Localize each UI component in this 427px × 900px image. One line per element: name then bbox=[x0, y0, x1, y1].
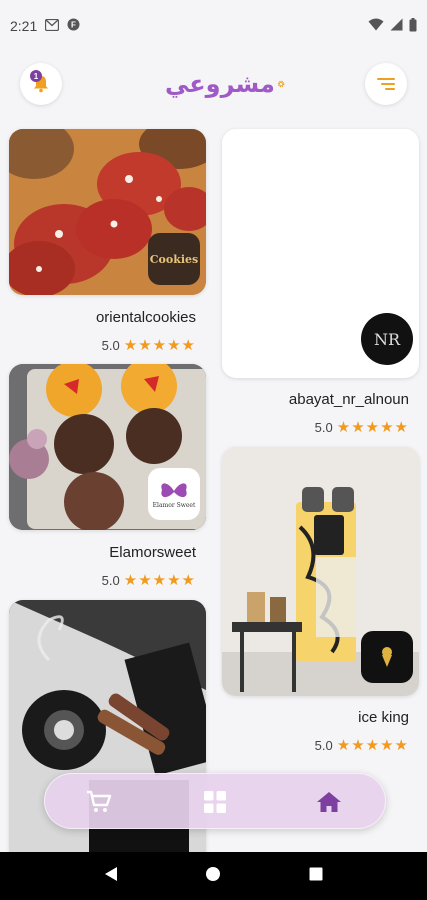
notification-badge: 1 bbox=[30, 70, 42, 82]
ice-cream-icon bbox=[382, 647, 392, 667]
store-name: Elamorsweet bbox=[109, 544, 196, 561]
home-icon bbox=[317, 792, 341, 812]
store-logo-text: Elamor Sweet bbox=[152, 501, 196, 509]
back-icon bbox=[104, 866, 117, 881]
notifications-button[interactable]: 1 bbox=[20, 63, 62, 105]
menu-button[interactable] bbox=[365, 63, 407, 105]
store-logo: Cookies bbox=[148, 233, 200, 285]
cart-icon bbox=[87, 790, 112, 812]
rating-value: 5.0 bbox=[101, 337, 120, 353]
store-card[interactable]: Elamor Sweet Elamorsweet 5.0 ★★★★★ bbox=[9, 364, 206, 589]
header: 1 مشروعي bbox=[0, 58, 427, 110]
store-logo-text: Cookies bbox=[149, 252, 199, 266]
store-rating: 5.0 ★★★★★ bbox=[102, 336, 196, 354]
store-rating: 5.0 ★★★★★ bbox=[102, 571, 196, 589]
back-button[interactable] bbox=[104, 866, 118, 887]
circle-icon bbox=[206, 866, 221, 881]
store-cover-image bbox=[222, 447, 419, 696]
battery-icon bbox=[409, 17, 417, 35]
menu-icon bbox=[377, 78, 395, 90]
store-cover-image: Elamor Sweet bbox=[9, 364, 206, 530]
recents-button[interactable] bbox=[309, 867, 323, 886]
grid-icon bbox=[204, 791, 226, 813]
store-rating: 5.0 ★★★★★ bbox=[315, 418, 409, 436]
status-time: 2:21 bbox=[10, 18, 38, 34]
store-logo: Elamor Sweet bbox=[148, 468, 200, 520]
app-logo: مشروعي bbox=[165, 66, 285, 102]
square-icon bbox=[309, 867, 323, 880]
wifi-icon bbox=[368, 18, 384, 34]
rating-value: 5.0 bbox=[101, 572, 120, 588]
store-cover-image: NR bbox=[222, 129, 419, 378]
store-card[interactable]: ice king 5.0 ★★★★★ bbox=[222, 447, 419, 755]
nav-cart[interactable] bbox=[83, 786, 115, 818]
star-icons: ★★★★★ bbox=[336, 419, 409, 436]
svg-text:F: F bbox=[71, 21, 76, 30]
store-logo-text: NR bbox=[373, 329, 401, 349]
rating-value: 5.0 bbox=[314, 419, 333, 435]
store-logo bbox=[361, 631, 413, 683]
system-navigation-bar bbox=[0, 852, 427, 900]
store-card[interactable]: Cookies orientalcookies 5.0 ★★★★★ bbox=[9, 129, 206, 354]
store-name: ice king bbox=[358, 709, 409, 726]
home-system-button[interactable] bbox=[205, 866, 221, 887]
signal-icon bbox=[390, 18, 403, 34]
bottom-nav bbox=[44, 773, 386, 829]
star-icons: ★★★★★ bbox=[336, 737, 409, 754]
gear-icon bbox=[277, 80, 285, 88]
butterfly-icon bbox=[161, 482, 187, 497]
store-logo: NR bbox=[361, 313, 413, 365]
star-icons: ★★★★★ bbox=[123, 337, 196, 354]
store-name: abayat_nr_alnoun bbox=[288, 391, 409, 408]
app-notification-icon: F bbox=[67, 18, 80, 34]
status-bar: 2:21 F bbox=[0, 0, 427, 52]
rating-value: 5.0 bbox=[314, 737, 333, 753]
gmail-icon bbox=[45, 18, 60, 34]
star-icons: ★★★★★ bbox=[123, 572, 196, 589]
store-name: orientalcookies bbox=[95, 309, 196, 326]
store-card[interactable]: NR abayat_nr_alnoun 5.0 ★★★★★ bbox=[222, 129, 419, 437]
nav-home[interactable] bbox=[313, 786, 345, 818]
store-cover-image: Cookies bbox=[9, 129, 206, 295]
store-rating: 5.0 ★★★★★ bbox=[315, 736, 409, 754]
nav-grid[interactable] bbox=[199, 786, 231, 818]
logo-text: مشروعي bbox=[165, 70, 275, 98]
